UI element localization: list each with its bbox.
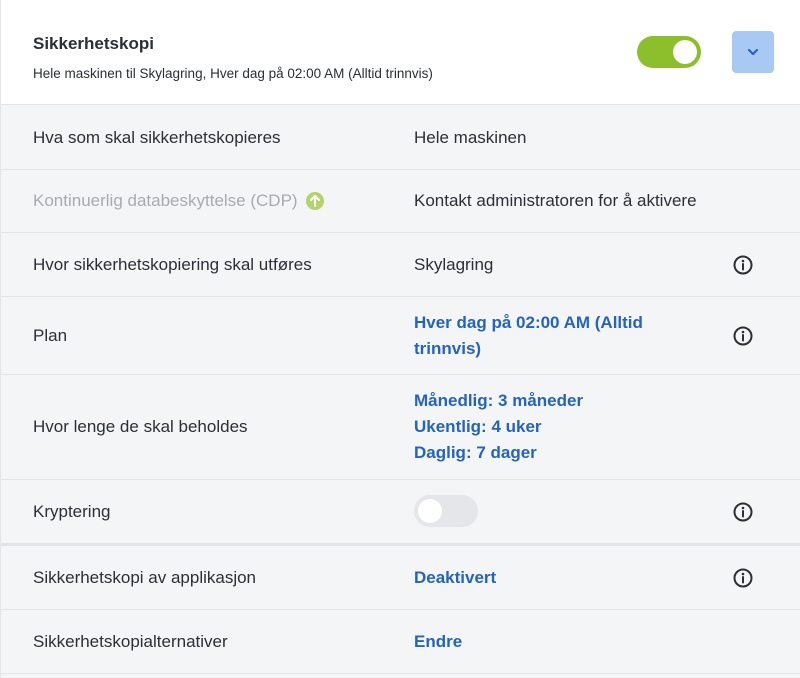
row-value: Skylagring [414, 254, 494, 274]
upgrade-arrow-icon [305, 192, 324, 210]
cdp-value: Kontakt administratoren for å aktivere [414, 170, 774, 232]
info-icon[interactable] [732, 567, 754, 589]
section-title: Sikkerhetskopi [33, 34, 154, 53]
row-label: Hvor lenge de skal beholdes [33, 417, 248, 436]
retention-weekly[interactable]: Ukentlig: 4 uker [414, 414, 704, 440]
row-schedule: Plan Hver dag på 02:00 AM (Alltid trinnv… [1, 297, 800, 375]
change-options-link[interactable]: Endre [414, 629, 704, 655]
row-cdp: Kontinuerlig databeskyttelse (CDP) Konta… [1, 170, 800, 233]
row-label: Kryptering [33, 501, 111, 521]
expand-section-button[interactable] [732, 31, 774, 73]
row-destination: Hvor sikkerhetskopiering skal utføres Sk… [1, 233, 800, 297]
row-backup-source: Hva som skal sikkerhetskopieres Hele mas… [1, 106, 800, 170]
row-label: Hva som skal sikkerhetskopieres [33, 127, 281, 147]
section-summary: Hele maskinen til Skylagring, Hver dag p… [33, 66, 433, 81]
schedule-link[interactable]: Hver dag på 02:00 AM (Alltid trinnvis) [414, 310, 694, 362]
toggle-knob [418, 499, 442, 523]
info-icon[interactable] [732, 501, 754, 523]
backup-source-value[interactable]: Hele maskinen [414, 106, 704, 169]
row-label: Plan [33, 325, 68, 345]
toggle-knob [673, 40, 697, 64]
backup-plan-panel: Sikkerhetskopi Hele maskinen til Skylagr… [0, 0, 800, 678]
cdp-label-group: Kontinuerlig databeskyttelse (CDP) [33, 170, 324, 232]
row-label: Sikkerhetskopialternativer [33, 631, 228, 651]
retention-monthly[interactable]: Månedlig: 3 måneder [414, 388, 704, 414]
row-value: Hele maskinen [414, 127, 527, 147]
row-application-backup: Sikkerhetskopi av applikasjon Deaktivert [1, 546, 800, 610]
info-icon[interactable] [732, 254, 754, 276]
info-icon[interactable] [732, 325, 754, 347]
application-backup-link[interactable]: Deaktivert [414, 565, 704, 591]
destination-value[interactable]: Skylagring [414, 233, 704, 296]
row-backup-options: Sikkerhetskopialternativer Endre [1, 610, 800, 674]
chevron-down-icon [747, 48, 759, 56]
retention-daily[interactable]: Daglig: 7 dager [414, 440, 704, 466]
backup-options-value[interactable]: Endre [414, 610, 704, 673]
row-value: Kontakt administratoren for å aktivere [414, 191, 697, 210]
application-backup-value[interactable]: Deaktivert [414, 546, 704, 609]
row-label: Kontinuerlig databeskyttelse (CDP) [33, 191, 298, 210]
row-retention: Hvor lenge de skal beholdes Månedlig: 3 … [1, 375, 800, 480]
schedule-value[interactable]: Hver dag på 02:00 AM (Alltid trinnvis) [414, 297, 694, 374]
row-label: Hvor sikkerhetskopiering skal utføres [33, 254, 312, 274]
row-label: Sikkerhetskopi av applikasjon [33, 567, 257, 587]
retention-value[interactable]: Månedlig: 3 måneder Ukentlig: 4 uker Dag… [414, 375, 704, 479]
encryption-toggle[interactable] [414, 495, 478, 527]
row-encryption: Kryptering [1, 480, 800, 546]
backup-enabled-toggle[interactable] [637, 36, 701, 68]
backup-section-header: Sikkerhetskopi Hele maskinen til Skylagr… [1, 0, 800, 105]
